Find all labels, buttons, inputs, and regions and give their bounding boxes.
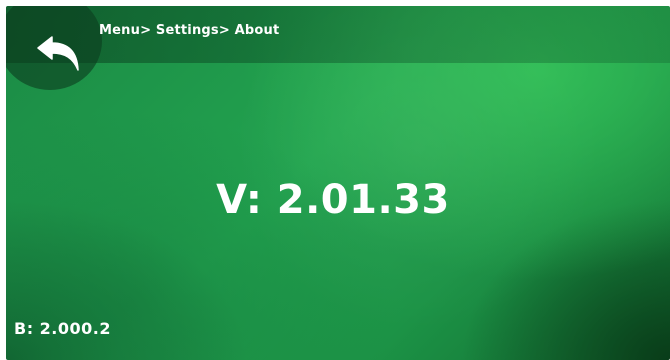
about-screen: Menu> Settings> About V: 2.01.33 B: 2.00… <box>0 0 670 360</box>
about-panel: Menu> Settings> About V: 2.01.33 B: 2.00… <box>6 6 670 360</box>
back-arrow-icon[interactable] <box>36 36 82 72</box>
version-label: V: 2.01.33 <box>216 177 450 223</box>
build-label: B: 2.000.2 <box>14 319 111 338</box>
breadcrumb: Menu> Settings> About <box>99 23 280 38</box>
